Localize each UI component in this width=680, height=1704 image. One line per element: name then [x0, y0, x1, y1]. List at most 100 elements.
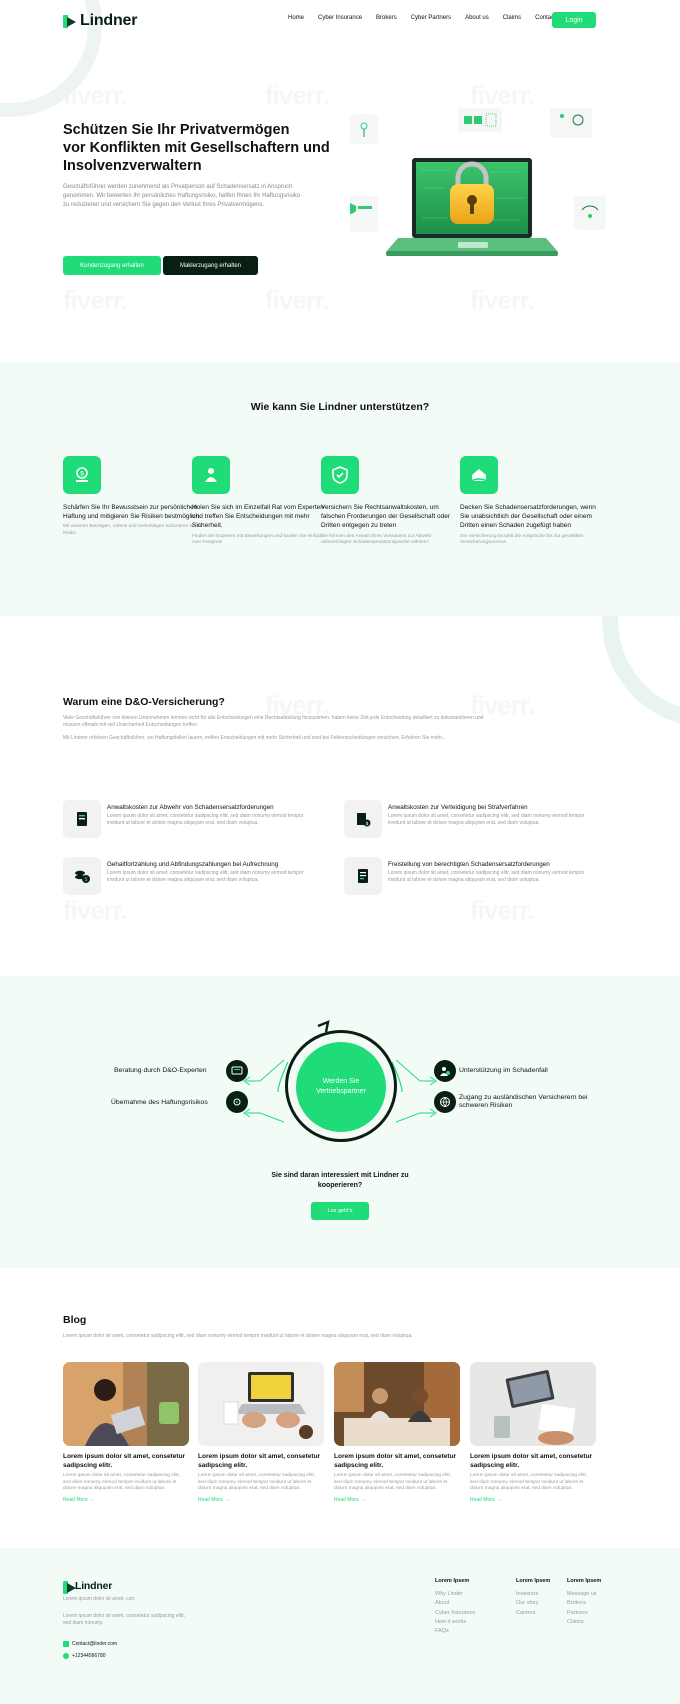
read-more-link[interactable]: Read More →: [63, 1497, 189, 1503]
svg-text:$: $: [80, 472, 84, 478]
footer-link[interactable]: How it works: [435, 1618, 475, 1627]
cooperation-question-text: Sie sind daran interessiert mit Lindner …: [271, 1172, 409, 1189]
feature-title: Decken Sie Schadensersatzforderungen, we…: [460, 504, 596, 530]
footer-email[interactable]: Contact@linder.com: [63, 1641, 117, 1647]
footer-phone-text: +12344566780: [72, 1653, 106, 1659]
cooperation-question: Sie sind daran interessiert mit Lindner …: [0, 1171, 680, 1191]
right-connector-lines: [396, 1059, 437, 1123]
partner-benefit-left: Beratung durch D&O-Experten: [114, 1067, 207, 1074]
benefit-item: Freistellung von berechtigten Schadenser…: [344, 857, 604, 897]
expert-icon: [192, 456, 230, 494]
hero-title-line: Schützen Sie Ihr Privatvermögen: [63, 122, 290, 138]
site-header: Lindner Home Cyber Insurance Brokers Cyb…: [0, 0, 680, 40]
house-protection-icon: [460, 456, 498, 494]
benefit-text: Lorem ipsum dolor sit amet, consetetur s…: [388, 813, 585, 826]
document-icon: [63, 800, 101, 838]
laptop-lock-illustration: [350, 108, 606, 256]
blog-card-title: Lorem ipsum dolor sit amet, consetetur s…: [63, 1453, 186, 1469]
feature-card: Versichern Sie Rechtsanwaltskosten, um f…: [321, 456, 461, 547]
blog-card-text: Lorem ipsum dolor sit amet, consetetur s…: [334, 1473, 452, 1491]
partner-benefit-right: Unterstützung im Schadenfall: [459, 1067, 548, 1074]
watermark: fiverr.: [470, 285, 534, 316]
footer-phone[interactable]: +12344566780: [63, 1653, 106, 1659]
nav-item-cyber-insurance[interactable]: Cyber Insurance: [318, 15, 362, 21]
read-more-link[interactable]: Read More →: [470, 1497, 596, 1503]
lets-go-button[interactable]: Los geht's: [311, 1202, 369, 1220]
footer-link[interactable]: Claims: [567, 1618, 601, 1627]
footer-description: Lorem ipsum dolor sit amet, consetetur s…: [63, 1613, 185, 1626]
blog-image: [470, 1362, 596, 1446]
footer-link[interactable]: About: [435, 1599, 475, 1608]
partner-section: Werden Sie Vertriebspartner Beratung dur…: [0, 976, 680, 1268]
watermark: fiverr.: [63, 895, 127, 926]
footer-link[interactable]: Message us: [567, 1590, 601, 1599]
blog-card[interactable]: Lorem ipsum dolor sit amet, consetetur s…: [470, 1362, 596, 1503]
become-partner-circle[interactable]: Werden Sie Vertriebspartner: [296, 1042, 386, 1132]
feature-text: Die Versicherung bezahlt die Ansprüche b…: [460, 533, 584, 546]
footer-link[interactable]: Our story: [516, 1599, 550, 1608]
phone-icon: [63, 1653, 69, 1659]
support-section: Wie kann Sie Lindner unterstützen? $ Sch…: [0, 362, 680, 616]
benefit-title: Gehaltfortzahlung und Abfindungszahlunge…: [107, 861, 279, 868]
blog-card[interactable]: Lorem ipsum dolor sit amet, consetetur s…: [63, 1362, 189, 1503]
blog-card-title: Lorem ipsum dolor sit amet, consetetur s…: [334, 1453, 457, 1469]
benefit-item: Anwaltskosten zur Abwehr von Schadensers…: [63, 800, 323, 840]
why-paragraph-2: Mit Lindner erfahren Geschäftsführer, wo…: [63, 735, 446, 741]
blog-card[interactable]: Lorem ipsum dolor sit amet, consetetur s…: [198, 1362, 324, 1503]
benefit-text: Lorem ipsum dolor sit amet, consetetur s…: [107, 813, 304, 826]
footer-link[interactable]: Why Linder: [435, 1590, 475, 1599]
site-footer: Lindner Lorem ipsum dolor sit amet, con.…: [0, 1548, 680, 1704]
nav-item-about-us[interactable]: About us: [465, 15, 489, 21]
blog-card-text: Lorem ipsum dolor sit amet, consetetur s…: [470, 1473, 588, 1491]
nav-item-claims[interactable]: Claims: [503, 15, 521, 21]
coins-icon: $: [63, 857, 101, 895]
footer-brand-name: Lindner: [75, 1580, 113, 1592]
watermark: fiverr.: [470, 895, 534, 926]
hero-title-line: Insolvenzverwaltern: [63, 158, 202, 174]
footer-link[interactable]: FAQs: [435, 1627, 475, 1636]
main-nav: Home Cyber Insurance Brokers Cyber Partn…: [288, 15, 559, 21]
blog-intro: Lorem ipsum dolor sit amet, consetetur s…: [63, 1333, 413, 1339]
feature-title: Schärfen Sie Ihr Bewusstsein zur persönl…: [63, 504, 202, 521]
footer-email-text: Contact@linder.com: [72, 1641, 118, 1647]
nav-item-brokers[interactable]: Brokers: [376, 15, 397, 21]
footer-logo[interactable]: Lindner: [63, 1580, 113, 1594]
feature-card: Holen Sie sich im Einzelfall Rat vom Exp…: [192, 456, 332, 547]
mail-icon: [63, 1641, 69, 1647]
feature-text: Finden Sie Experten mit Bewertungen und …: [192, 533, 323, 546]
checklist-icon: [344, 857, 382, 895]
footer-column: Lorem Ipsem Investors Our story Careers: [516, 1578, 550, 1618]
footer-column: Lorem Ipsem Why Linder About Cyber Insur…: [435, 1578, 475, 1636]
become-partner-label: Werden Sie Vertriebspartner: [316, 1078, 366, 1095]
blog-card[interactable]: Lorem ipsum dolor sit amet, consetetur s…: [334, 1362, 460, 1503]
read-more-link[interactable]: Read More →: [334, 1497, 460, 1503]
blog-image: [334, 1362, 460, 1446]
svg-text:$: $: [85, 877, 88, 883]
blog-image: [63, 1362, 189, 1446]
customer-access-button[interactable]: Kundenzugang erhalten: [63, 256, 161, 275]
blog-image: [198, 1362, 324, 1446]
watermark: fiverr.: [63, 285, 127, 316]
footer-link[interactable]: Cyber Insurance: [435, 1609, 475, 1618]
footer-link[interactable]: Brokers: [567, 1599, 601, 1608]
brand-name: Lindner: [80, 12, 138, 29]
brand-logo[interactable]: Lindner: [63, 12, 137, 30]
footer-link[interactable]: Partners: [567, 1609, 601, 1618]
broker-access-button[interactable]: Maklerzugang erhalten: [163, 256, 258, 275]
benefit-item: $ Gehaltfortzahlung und Abfindungszahlun…: [63, 857, 323, 897]
nav-item-home[interactable]: Home: [288, 15, 304, 21]
footer-link[interactable]: Careers: [516, 1609, 550, 1618]
support-title: Wie kann Sie Lindner unterstützen?: [250, 401, 430, 413]
login-button[interactable]: Login: [552, 12, 596, 28]
watermark: fiverr.: [265, 80, 329, 111]
benefit-item: $ Anwaltskosten zur Verteidigung bei Str…: [344, 800, 604, 840]
footer-link[interactable]: Investors: [516, 1590, 550, 1599]
chat-icon: [226, 1060, 248, 1082]
why-paragraph: Viele Geschäftsführer von kleinen Untern…: [63, 715, 493, 742]
why-paragraph-1: Viele Geschäftsführer von kleinen Untern…: [63, 715, 484, 728]
benefit-text: Lorem ipsum dolor sit amet, consetetur s…: [107, 870, 304, 883]
nav-item-cyber-partners[interactable]: Cyber Partners: [411, 15, 451, 21]
money-bag-icon: $: [63, 456, 101, 494]
footer-column-title: Lorem Ipsem: [435, 1578, 470, 1584]
read-more-link[interactable]: Read More →: [198, 1497, 324, 1503]
